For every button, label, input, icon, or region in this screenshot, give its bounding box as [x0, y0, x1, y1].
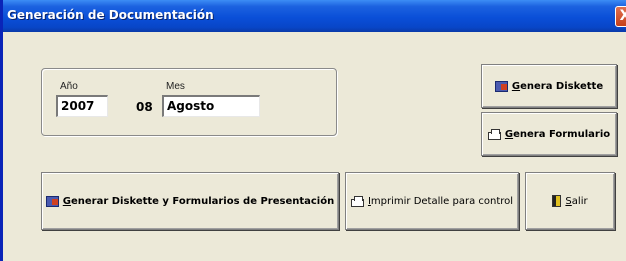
genera-diskette-button[interactable]: Genera Diskette: [481, 64, 617, 108]
period-group: Año 2007 Mes 08 Agosto: [41, 68, 337, 136]
imprimir-detalle-button[interactable]: Imprimir Detalle para control: [345, 172, 519, 230]
month-number-field[interactable]: 08: [136, 100, 153, 114]
diskette-icon: [45, 195, 59, 207]
generar-todo-label: enerar Diskette y Formularios de Present…: [70, 195, 335, 207]
genera-diskette-label: enera Diskette: [520, 80, 604, 92]
salir-label: alir: [571, 195, 588, 207]
genera-formulario-mnemonic: G: [504, 128, 514, 140]
title-bar[interactable]: Generación de Documentación X: [3, 0, 626, 32]
year-field[interactable]: 2007: [56, 95, 108, 117]
diskette-icon: [494, 80, 508, 92]
generar-todo-mnemonic: G: [62, 195, 71, 207]
generar-diskette-formularios-button[interactable]: Generar Diskette y Formularios de Presen…: [41, 172, 339, 230]
genera-formulario-label: enera Formulario: [513, 128, 611, 140]
printer-icon: [350, 196, 364, 207]
window-title: Generación de Documentación: [7, 8, 214, 22]
printer-icon: [487, 129, 501, 140]
dialog-window: Generación de Documentación X Año 2007 M…: [0, 0, 626, 261]
year-label: Año: [60, 81, 78, 92]
exit-door-icon: [552, 195, 562, 207]
salir-button[interactable]: Salir: [525, 172, 615, 230]
genera-formulario-button[interactable]: Genera Formulario: [481, 112, 617, 156]
close-button[interactable]: X: [615, 6, 626, 27]
month-label: Mes: [166, 81, 185, 92]
imprimir-label: mprimir Detalle para control: [370, 195, 514, 207]
month-name-field[interactable]: Agosto: [162, 95, 260, 117]
genera-diskette-mnemonic: G: [511, 80, 521, 92]
